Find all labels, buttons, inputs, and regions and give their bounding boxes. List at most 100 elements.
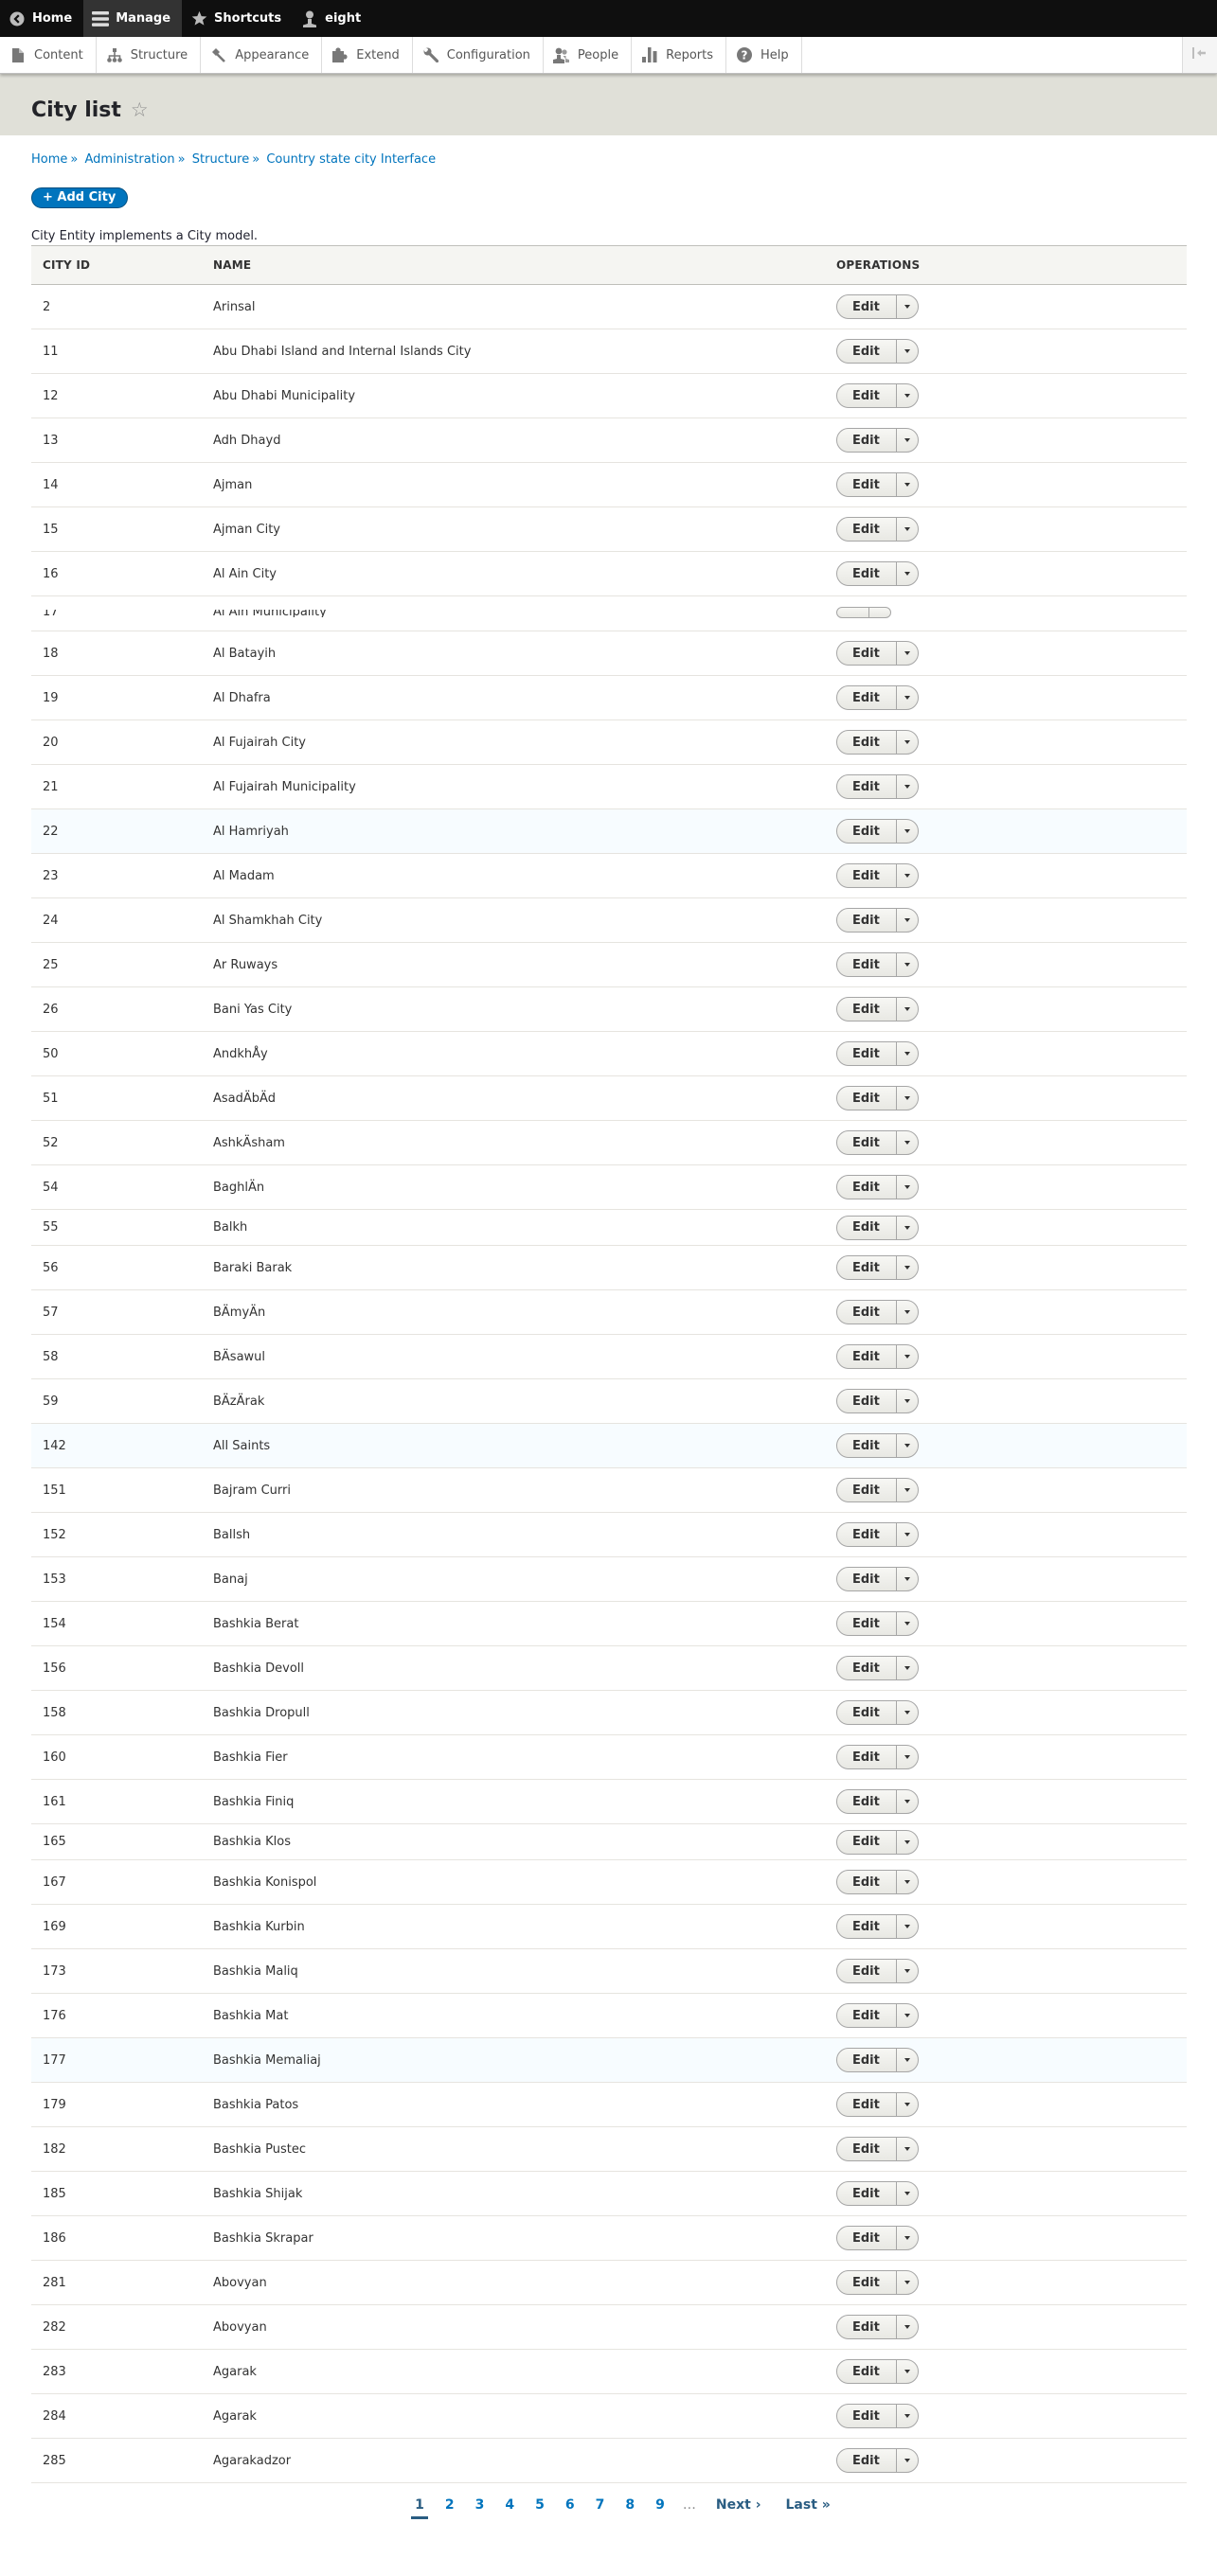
dropbutton-toggle[interactable]: [897, 1657, 918, 1679]
column-header-city-id[interactable]: City ID: [31, 245, 202, 285]
edit-button[interactable]: Edit: [837, 2360, 897, 2383]
pager-page-6[interactable]: 6: [565, 2497, 575, 2513]
operations-dropbutton[interactable]: Edit: [836, 561, 919, 586]
operations-dropbutton[interactable]: Edit: [836, 2137, 919, 2161]
edit-button[interactable]: Edit: [837, 1830, 897, 1854]
pager-page-9[interactable]: 9: [655, 2497, 665, 2513]
dropbutton-toggle[interactable]: [897, 1568, 918, 1590]
dropbutton-toggle[interactable]: [897, 1042, 918, 1065]
dropbutton-toggle[interactable]: [897, 518, 918, 541]
tray-configuration[interactable]: Configuration: [413, 37, 544, 73]
edit-button[interactable]: Edit: [837, 1131, 897, 1154]
operations-dropbutton[interactable]: Edit: [836, 1789, 919, 1814]
edit-button[interactable]: Edit: [837, 518, 897, 541]
dropbutton-toggle[interactable]: [897, 384, 918, 407]
pager-last[interactable]: Last »: [786, 2497, 831, 2513]
operations-dropbutton[interactable]: Edit: [836, 952, 919, 977]
operations-dropbutton[interactable]: Edit: [836, 1914, 919, 1939]
dropbutton-toggle[interactable]: [897, 340, 918, 363]
edit-button[interactable]: Edit: [837, 1042, 897, 1065]
dropbutton-toggle[interactable]: [897, 2138, 918, 2160]
edit-button[interactable]: Edit: [837, 2271, 897, 2294]
dropbutton-toggle[interactable]: [897, 2093, 918, 2116]
operations-dropbutton[interactable]: Edit: [836, 1086, 919, 1110]
edit-button[interactable]: Edit: [837, 820, 897, 843]
operations-dropbutton[interactable]: Edit: [836, 1959, 919, 1983]
edit-button[interactable]: Edit: [837, 1256, 897, 1279]
dropbutton-toggle[interactable]: [897, 642, 918, 665]
operations-dropbutton[interactable]: Edit: [836, 1870, 919, 1894]
operations-dropbutton[interactable]: Edit: [836, 1656, 919, 1680]
edit-button[interactable]: Edit: [837, 340, 897, 363]
edit-button[interactable]: Edit: [837, 2004, 897, 2027]
dropbutton-toggle[interactable]: [897, 775, 918, 798]
operations-dropbutton[interactable]: Edit: [836, 908, 919, 933]
edit-button[interactable]: Edit: [837, 909, 897, 932]
operations-dropbutton[interactable]: Edit: [836, 1215, 919, 1240]
edit-button[interactable]: Edit: [837, 1871, 897, 1893]
dropbutton-toggle[interactable]: [897, 2004, 918, 2027]
edit-button[interactable]: Edit: [837, 295, 897, 318]
tray-people[interactable]: People: [544, 37, 633, 73]
edit-button[interactable]: Edit: [837, 607, 869, 617]
breadcrumb-structure[interactable]: Structure: [192, 152, 249, 167]
dropbutton-toggle[interactable]: [897, 2227, 918, 2249]
edit-button[interactable]: Edit: [837, 1345, 897, 1368]
edit-button[interactable]: Edit: [837, 1390, 897, 1412]
operations-dropbutton[interactable]: Edit: [836, 294, 919, 319]
dropbutton-toggle[interactable]: [897, 953, 918, 976]
edit-button[interactable]: Edit: [837, 1790, 897, 1813]
operations-dropbutton[interactable]: Edit: [836, 863, 919, 888]
dropbutton-toggle[interactable]: [897, 1790, 918, 1813]
dropbutton-toggle[interactable]: [897, 562, 918, 585]
edit-button[interactable]: Edit: [837, 2227, 897, 2249]
edit-button[interactable]: Edit: [837, 1568, 897, 1590]
operations-dropbutton[interactable]: Edit: [836, 819, 919, 844]
edit-button[interactable]: Edit: [837, 2182, 897, 2205]
edit-button[interactable]: Edit: [837, 1176, 897, 1199]
dropbutton-toggle[interactable]: [897, 1523, 918, 1546]
operations-dropbutton[interactable]: Edit: [836, 1389, 919, 1413]
toolbar-home[interactable]: Home: [0, 0, 83, 37]
dropbutton-toggle[interactable]: [897, 1301, 918, 1324]
pager-page-8[interactable]: 8: [625, 2497, 635, 2513]
operations-dropbutton[interactable]: Edit: [836, 2226, 919, 2250]
dropbutton-toggle[interactable]: [897, 1131, 918, 1154]
edit-button[interactable]: Edit: [837, 2138, 897, 2160]
pager-page-4[interactable]: 4: [505, 2497, 514, 2513]
operations-dropbutton[interactable]: Edit: [836, 2359, 919, 2384]
toolbar-shortcuts[interactable]: Shortcuts: [182, 0, 293, 37]
operations-dropbutton[interactable]: Edit: [836, 1829, 919, 1855]
operations-dropbutton[interactable]: Edit: [836, 774, 919, 799]
edit-button[interactable]: Edit: [837, 1434, 897, 1457]
operations-dropbutton[interactable]: Edit: [836, 1700, 919, 1725]
edit-button[interactable]: Edit: [837, 2093, 897, 2116]
dropbutton-toggle[interactable]: [897, 429, 918, 452]
dropbutton-toggle[interactable]: [897, 1612, 918, 1635]
operations-dropbutton[interactable]: Edit: [836, 2181, 919, 2206]
dropbutton-toggle[interactable]: [897, 1479, 918, 1501]
add-city-button[interactable]: + Add City: [31, 187, 129, 208]
dropbutton-toggle[interactable]: [897, 820, 918, 843]
edit-button[interactable]: Edit: [837, 1301, 897, 1324]
operations-dropbutton[interactable]: Edit: [836, 2315, 919, 2339]
dropbutton-toggle[interactable]: [897, 998, 918, 1021]
tray-extend[interactable]: Extend: [322, 37, 413, 73]
dropbutton-toggle[interactable]: [897, 909, 918, 932]
pager-page-3[interactable]: 3: [475, 2497, 485, 2513]
dropbutton-toggle[interactable]: [897, 686, 918, 709]
dropbutton-toggle[interactable]: [897, 1871, 918, 1893]
dropbutton-toggle[interactable]: [897, 1960, 918, 1982]
operations-dropbutton[interactable]: Edit: [836, 2270, 919, 2295]
pager-page-1[interactable]: 1: [411, 2497, 428, 2519]
toolbar-manage[interactable]: Manage: [83, 0, 183, 37]
dropbutton-toggle[interactable]: [897, 295, 918, 318]
edit-button[interactable]: Edit: [837, 562, 897, 585]
operations-dropbutton[interactable]: Edit: [836, 1611, 919, 1636]
dropbutton-toggle[interactable]: [897, 2360, 918, 2383]
edit-button[interactable]: Edit: [837, 731, 897, 754]
operations-dropbutton[interactable]: Edit: [836, 1344, 919, 1369]
edit-button[interactable]: Edit: [837, 1657, 897, 1679]
tray-appearance[interactable]: Appearance: [201, 37, 323, 73]
edit-button[interactable]: Edit: [837, 2405, 897, 2427]
